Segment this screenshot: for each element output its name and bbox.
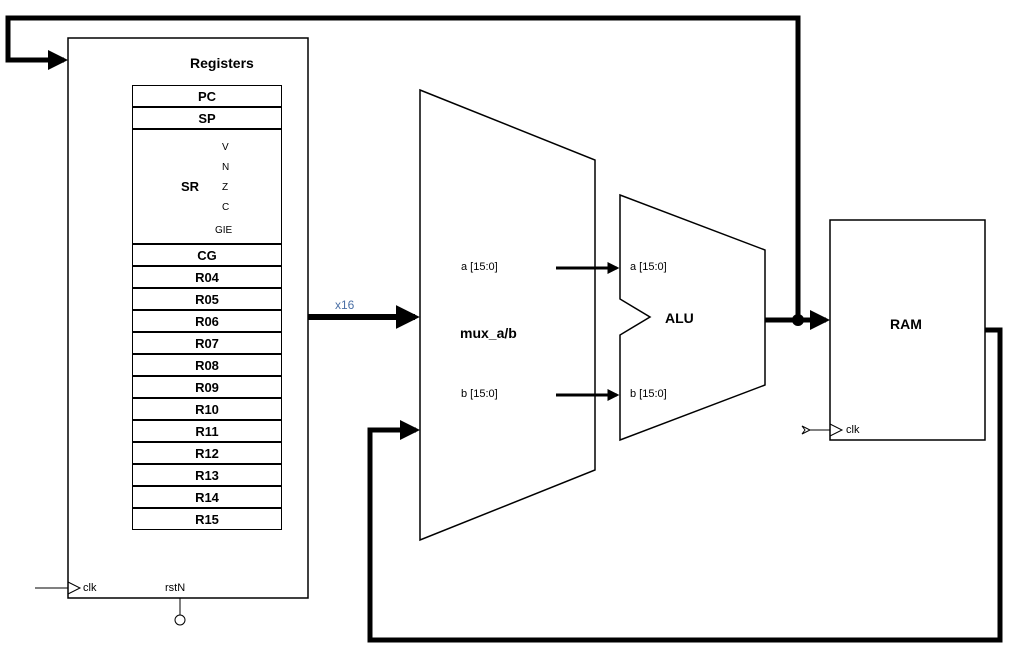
reg-r04: R04 <box>132 266 282 288</box>
reg-r11: R11 <box>132 420 282 442</box>
registers-rstn-label: rstN <box>165 582 185 594</box>
reg-sp: SP <box>132 107 282 129</box>
reg-r08: R08 <box>132 354 282 376</box>
reg-pc: PC <box>132 85 282 107</box>
reg-r14: R14 <box>132 486 282 508</box>
reg-r13: R13 <box>132 464 282 486</box>
sr-flag-gie: GIE <box>215 225 232 236</box>
ram-title: RAM <box>890 316 922 332</box>
alu-port-a: a [15:0] <box>630 261 667 273</box>
sr-flag-v: V <box>222 142 229 153</box>
alu-title: ALU <box>665 310 694 326</box>
sr-flag-z: Z <box>222 182 228 193</box>
sr-flag-c: C <box>222 202 229 213</box>
reg-r10: R10 <box>132 398 282 420</box>
reg-r12: R12 <box>132 442 282 464</box>
reg-r06: R06 <box>132 310 282 332</box>
reg-r09: R09 <box>132 376 282 398</box>
reg-sr: SR <box>132 129 282 244</box>
mux-port-a: a [15:0] <box>461 261 498 273</box>
reg-cg: CG <box>132 244 282 266</box>
mux-block <box>420 90 595 540</box>
registers-title: Registers <box>190 55 254 71</box>
mux-port-b: b [15:0] <box>461 388 498 400</box>
sr-flag-n: N <box>222 162 229 173</box>
alu-port-b: b [15:0] <box>630 388 667 400</box>
registers-clk-label: clk <box>83 582 96 594</box>
bus-x16-label: x16 <box>335 298 354 312</box>
mux-title: mux_a/b <box>460 325 517 341</box>
ram-clk-label: clk <box>846 424 859 436</box>
reg-r15: R15 <box>132 508 282 530</box>
reg-r05: R05 <box>132 288 282 310</box>
reg-r07: R07 <box>132 332 282 354</box>
